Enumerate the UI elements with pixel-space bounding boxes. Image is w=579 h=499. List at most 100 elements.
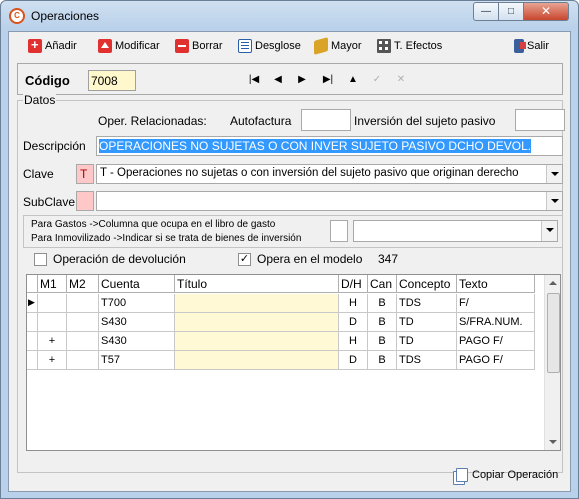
delete-icon — [175, 39, 189, 53]
minimize-button[interactable]: — — [473, 2, 499, 21]
ledger-label: Mayor — [331, 40, 362, 52]
exit-door-icon — [514, 39, 526, 53]
subclave-code-field[interactable] — [76, 191, 94, 211]
autofactura-label: Autofactura — [230, 114, 292, 128]
cell-m2[interactable] — [67, 332, 99, 351]
clave-combo-value: T - Operaciones no sujetas o con inversi… — [100, 167, 519, 179]
cell-titulo[interactable] — [175, 332, 339, 351]
chevron-down-icon[interactable] — [546, 192, 562, 210]
modelo-checkbox[interactable]: ✓ — [238, 253, 251, 266]
hint-combo[interactable] — [353, 220, 558, 242]
related-label: Oper. Relacionadas: — [98, 114, 207, 128]
ledger-button[interactable]: Mayor — [314, 37, 362, 55]
inversion-field[interactable] — [515, 109, 565, 131]
code-label: Código — [25, 73, 70, 88]
inversion-label: Inversión del sujeto pasivo — [354, 114, 496, 128]
col-header-m1[interactable]: M1 — [38, 275, 67, 293]
window-title: Operaciones — [31, 9, 100, 23]
cell-concepto[interactable]: TDS — [397, 294, 457, 313]
client-area: Añadir Modificar Borrar Desglose Mayor T… — [8, 31, 571, 492]
grid-vertical-scrollbar[interactable] — [544, 275, 560, 450]
col-header-concepto[interactable]: Concepto — [397, 275, 457, 293]
operaciones-window: C Operaciones — □ ✕ Añadir Modificar Bor… — [0, 0, 579, 499]
scroll-up-icon[interactable] — [545, 275, 560, 291]
cell-m2[interactable] — [67, 313, 99, 332]
row-indicator — [27, 313, 38, 332]
copy-operation-button[interactable]: Copiar Operación — [456, 468, 558, 482]
cell-texto[interactable]: PAGO F/ — [457, 351, 535, 370]
next-record-icon[interactable]: ▶ — [293, 72, 311, 88]
descripcion-field[interactable]: OPERACIONES NO SUJETAS O CON INVER SUJET… — [96, 136, 563, 156]
delete-button[interactable]: Borrar — [175, 37, 223, 55]
cell-m1[interactable]: + — [38, 332, 67, 351]
cell-dh[interactable]: D — [339, 351, 368, 370]
col-header-can[interactable]: Can — [368, 275, 397, 293]
chevron-down-icon[interactable] — [541, 221, 557, 241]
modelo-label: Opera en el modelo — [257, 252, 363, 266]
maximize-button[interactable]: □ — [498, 2, 524, 21]
col-header-m2[interactable]: M2 — [67, 275, 99, 293]
cell-m1[interactable]: + — [38, 351, 67, 370]
cell-cuenta[interactable]: S430 — [99, 332, 175, 351]
cell-concepto[interactable]: TDS — [397, 351, 457, 370]
first-record-icon[interactable]: |◀ — [245, 72, 263, 88]
close-button[interactable]: ✕ — [523, 2, 569, 21]
cell-cuenta[interactable]: S430 — [99, 313, 175, 332]
breakdown-button[interactable]: Desglose — [238, 37, 301, 55]
last-record-icon[interactable]: ▶| — [319, 72, 337, 88]
effects-label: T. Efectos — [394, 40, 443, 52]
exit-label: Salir — [527, 40, 550, 52]
copy-operation-label: Copiar Operación — [472, 469, 559, 481]
cell-m2[interactable] — [67, 351, 99, 370]
chevron-down-icon[interactable] — [546, 165, 562, 183]
effects-button[interactable]: T. Efectos — [377, 37, 442, 55]
cell-m1[interactable] — [38, 294, 67, 313]
edit-button[interactable]: Modificar — [98, 37, 160, 55]
exit-button[interactable]: Salir — [514, 37, 549, 55]
subclave-combo[interactable] — [96, 191, 563, 211]
cell-dh[interactable]: D — [339, 313, 368, 332]
previous-record-icon[interactable]: ◀ — [269, 72, 287, 88]
cell-concepto[interactable]: TD — [397, 313, 457, 332]
cell-titulo[interactable] — [175, 313, 339, 332]
hint-code-field[interactable] — [330, 220, 348, 242]
code-field[interactable]: 7008 — [88, 70, 136, 91]
confirm-record-icon[interactable]: ✓ — [368, 72, 386, 88]
subclave-label: SubClave — [23, 195, 76, 209]
edit-icon — [98, 39, 112, 53]
add-button[interactable]: Añadir — [28, 37, 77, 55]
clave-code-field[interactable]: T — [76, 164, 94, 184]
cell-titulo[interactable] — [175, 351, 339, 370]
cell-dh[interactable]: H — [339, 294, 368, 313]
effects-icon — [377, 39, 391, 53]
cell-texto[interactable]: F/ — [457, 294, 535, 313]
col-header-texto[interactable]: Texto — [457, 275, 535, 293]
cell-cuenta[interactable]: T700 — [99, 294, 175, 313]
cell-m1[interactable] — [38, 313, 67, 332]
scroll-down-icon[interactable] — [545, 434, 560, 450]
clave-label: Clave — [23, 167, 54, 181]
grid-corner — [27, 275, 38, 293]
cell-titulo[interactable] — [175, 294, 339, 313]
clave-combo[interactable]: T - Operaciones no sujetas o con inversi… — [96, 164, 563, 184]
cell-can[interactable]: B — [368, 351, 397, 370]
cell-can[interactable]: B — [368, 294, 397, 313]
insert-record-icon[interactable]: ▲ — [344, 72, 362, 88]
cell-concepto[interactable]: TD — [397, 332, 457, 351]
col-header-titulo[interactable]: Título — [175, 275, 339, 293]
scroll-thumb[interactable] — [547, 293, 560, 373]
cell-texto[interactable]: PAGO F/ — [457, 332, 535, 351]
cell-m2[interactable] — [67, 294, 99, 313]
cell-dh[interactable]: H — [339, 332, 368, 351]
cell-can[interactable]: B — [368, 313, 397, 332]
cell-can[interactable]: B — [368, 332, 397, 351]
col-header-cuenta[interactable]: Cuenta — [99, 275, 175, 293]
devolucion-checkbox[interactable] — [34, 253, 47, 266]
cell-cuenta[interactable]: T57 — [99, 351, 175, 370]
col-header-dh[interactable]: D/H — [339, 275, 368, 293]
title-bar[interactable]: C Operaciones — □ ✕ — [1, 1, 578, 31]
cancel-record-icon[interactable]: ✕ — [392, 72, 410, 88]
hint-line-1: Para Gastos ->Columna que ocupa en el li… — [31, 219, 276, 230]
cell-texto[interactable]: S/FRA.NUM. — [457, 313, 535, 332]
autofactura-field[interactable] — [301, 109, 351, 131]
